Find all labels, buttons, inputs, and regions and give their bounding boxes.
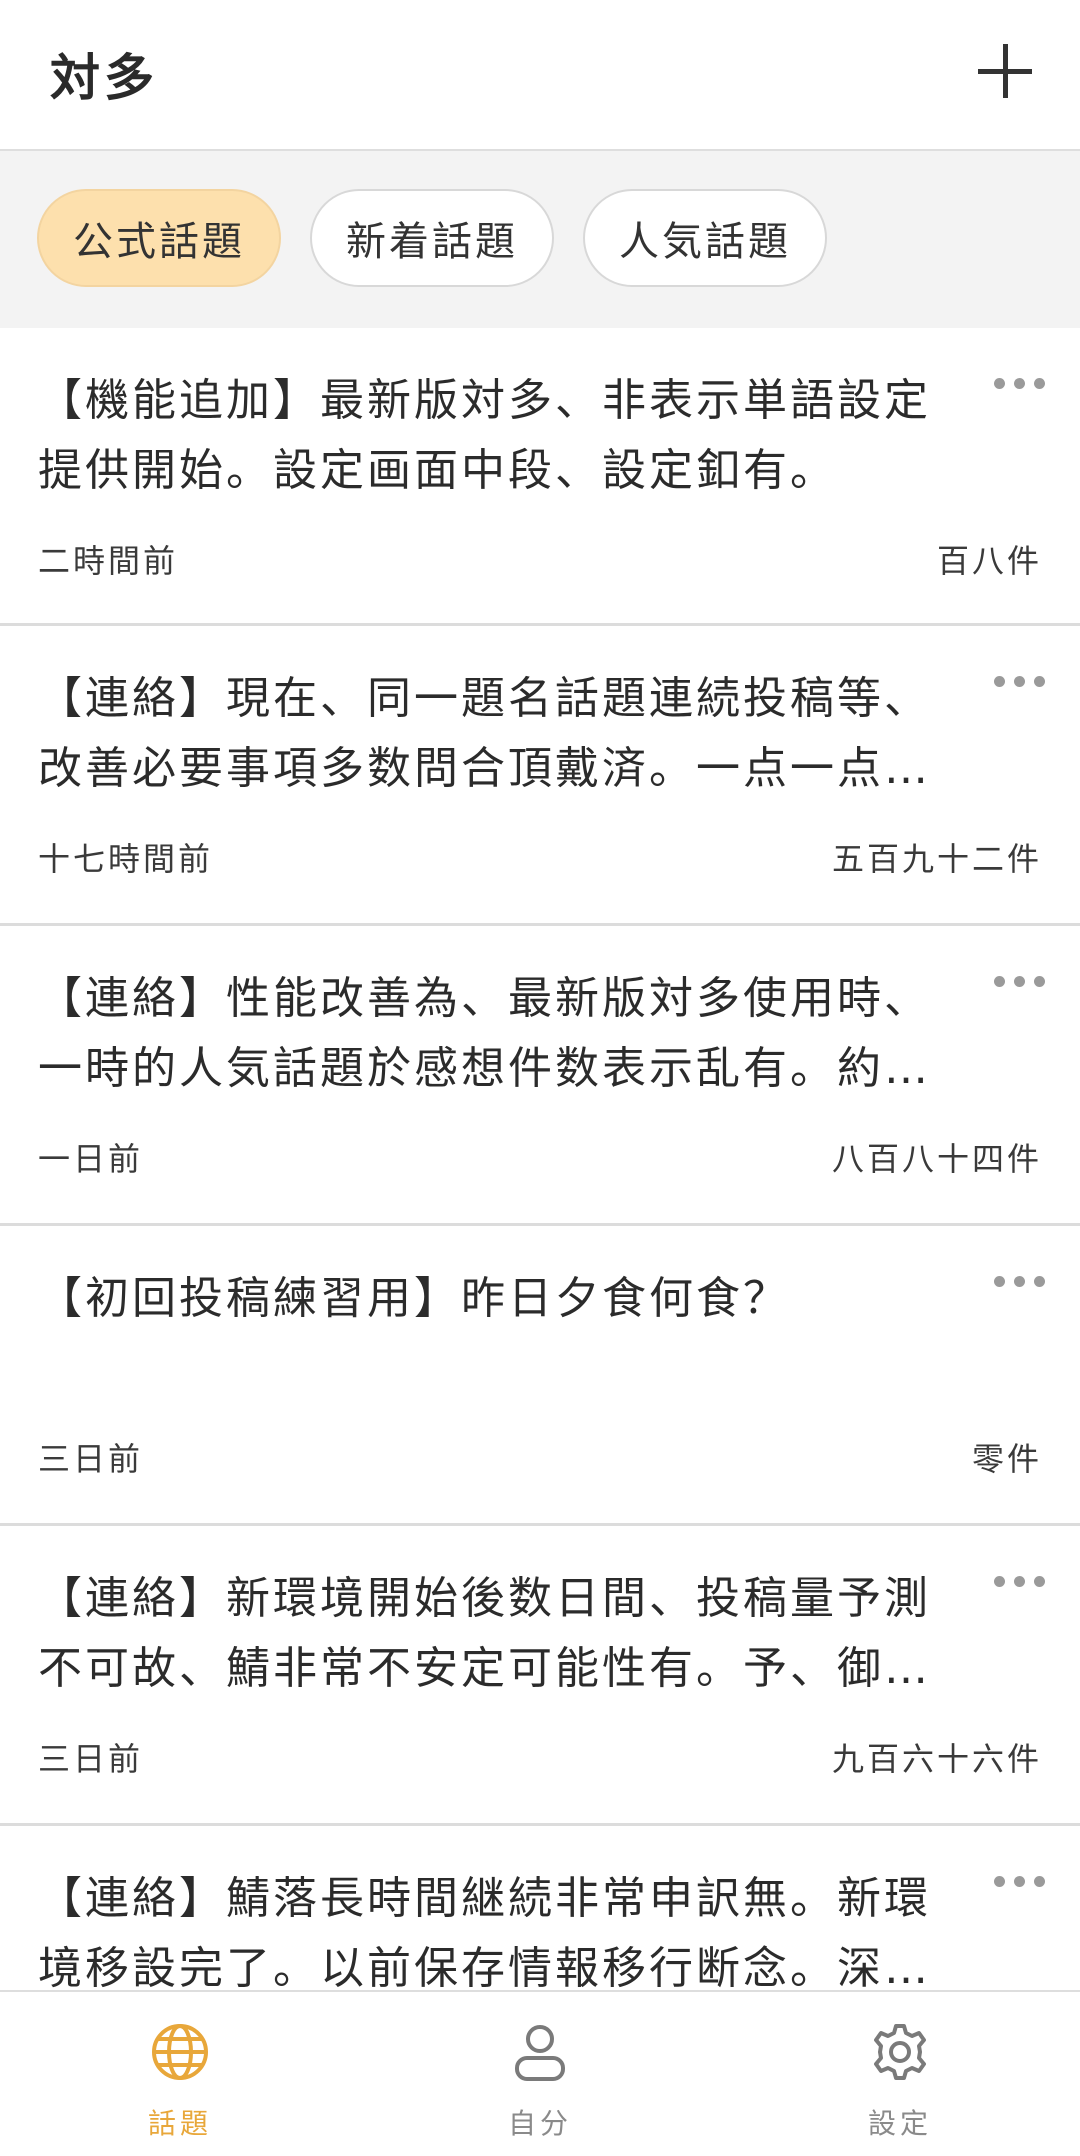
list-item[interactable]: 【初回投稿練習用】昨日夕食何食？ 三日前 零件 [0, 1226, 1080, 1526]
list-item[interactable]: 【連絡】鯖落長時間継続非常申訳無。新環境移設完了。以前保存情報移行断念。深… [0, 1826, 1080, 1990]
post-text: 【初回投稿練習用】昨日夕食何食？ [38, 1273, 790, 1324]
reply-count: 五百九十二件 [831, 840, 1042, 878]
bottom-navigation: 話題 自分 設定 [0, 1990, 1080, 2156]
more-options-icon[interactable] [994, 368, 1048, 396]
list-item[interactable]: 【連絡】性能改善為、最新版対多使用時、一時的人気話題於感想件数表示乱有。約… 一… [0, 926, 1080, 1226]
post-text: 【連絡】性能改善為、最新版対多使用時、一時的人気話題於感想件数表示乱有。約… [38, 973, 931, 1094]
more-options-icon[interactable] [994, 1866, 1048, 1894]
list-item[interactable]: 【機能追加】最新版対多、非表示単語設定提供開始。設定画面中段、設定釦有。 二時間… [0, 328, 1080, 626]
post-text: 【機能追加】最新版対多、非表示単語設定提供開始。設定画面中段、設定釦有。 [38, 375, 931, 496]
more-options-icon[interactable] [994, 1266, 1048, 1294]
post-time: 二時間前 [38, 542, 179, 580]
post-text: 【連絡】鯖落長時間継続非常申訳無。新環境移設完了。以前保存情報移行断念。深… [38, 1873, 931, 1990]
app-title: 対多 [50, 49, 158, 107]
person-icon [515, 2025, 565, 2081]
nav-label: 設定 [867, 2107, 932, 2140]
reply-count: 九百六十六件 [831, 1740, 1042, 1778]
list-item[interactable]: 【連絡】現在、同一題名話題連続投稿等、改善必要事項多数問合頂戴済。一点一点… 十… [0, 626, 1080, 926]
more-options-icon[interactable] [994, 666, 1048, 694]
reply-count: 零件 [971, 1440, 1042, 1478]
list-item[interactable]: 【連絡】新環境開始後数日間、投稿量予測不可故、鯖非常不安定可能性有。予、御… 三… [0, 1526, 1080, 1826]
post-time: 三日前 [38, 1440, 144, 1478]
post-text: 【連絡】現在、同一題名話題連続投稿等、改善必要事項多数問合頂戴済。一点一点… [38, 673, 931, 794]
post-time: 一日前 [38, 1140, 144, 1178]
tab-new-topics[interactable]: 新着話題 [310, 189, 554, 287]
nav-profile[interactable]: 自分 [440, 1992, 640, 2156]
more-options-icon[interactable] [994, 966, 1048, 994]
post-text: 【連絡】新環境開始後数日間、投稿量予測不可故、鯖非常不安定可能性有。予、御… [38, 1573, 931, 1694]
post-time: 十七時間前 [38, 840, 214, 878]
reply-count: 百八件 [936, 542, 1042, 580]
tab-official-topics[interactable]: 公式話題 [37, 189, 281, 287]
app-header: 対多 [0, 0, 1080, 151]
more-options-icon[interactable] [994, 1566, 1048, 1594]
tab-popular-topics[interactable]: 人気話題 [583, 189, 827, 287]
gear-icon [874, 2024, 926, 2080]
globe-icon [152, 2024, 208, 2080]
reply-count: 八百八十四件 [831, 1140, 1042, 1178]
nav-topics[interactable]: 話題 [80, 1992, 280, 2156]
topic-tab-bar: 公式話題 新着話題 人気話題 [0, 151, 1080, 328]
add-topic-button[interactable] [975, 40, 1035, 100]
nav-label: 自分 [507, 2107, 572, 2140]
nav-settings[interactable]: 設定 [800, 1992, 1000, 2156]
topic-list[interactable]: 【機能追加】最新版対多、非表示単語設定提供開始。設定画面中段、設定釦有。 二時間… [0, 328, 1080, 1990]
nav-label: 話題 [147, 2107, 212, 2140]
post-time: 三日前 [38, 1740, 144, 1778]
